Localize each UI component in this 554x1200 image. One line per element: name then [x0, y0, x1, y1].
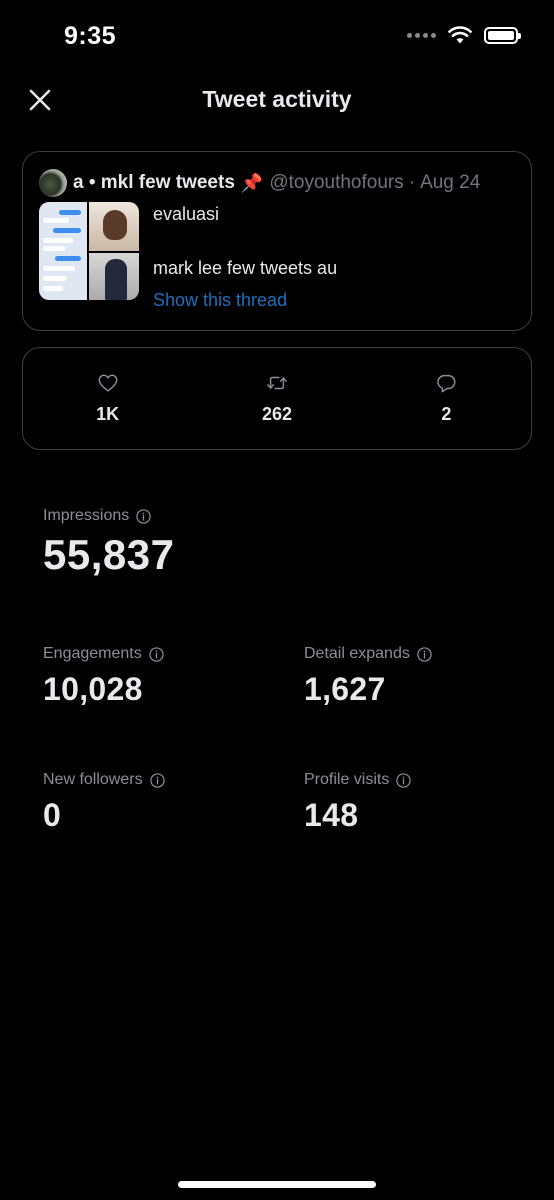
profile-visits-label: Profile visits	[304, 771, 390, 788]
engagements-metric: Engagements 10,028	[43, 643, 164, 708]
media-image-hoodie	[89, 253, 139, 300]
profile-visits-value: 148	[304, 797, 359, 833]
battery-icon	[484, 26, 521, 44]
media-image-person	[89, 202, 139, 251]
reply-icon	[437, 374, 456, 393]
impressions-label: Impressions	[43, 507, 130, 524]
engagements-value: 10,028	[43, 671, 143, 707]
detail-expands-label: Detail expands	[304, 645, 410, 662]
retweets-stat[interactable]: 262	[192, 348, 361, 449]
status-time: 9:35	[64, 22, 117, 50]
replies-stat[interactable]: 2	[362, 348, 531, 449]
info-icon[interactable]	[417, 646, 432, 662]
separator-dot: ·	[408, 172, 416, 193]
status-icons	[407, 26, 521, 44]
engagements-label: Engagements	[43, 645, 142, 662]
media-image-chat	[39, 202, 87, 300]
home-indicator[interactable]	[178, 1181, 376, 1188]
status-bar: 9:35	[0, 0, 554, 76]
heart-icon	[98, 374, 118, 392]
info-icon[interactable]	[149, 772, 165, 788]
new-followers-value: 0	[43, 797, 62, 833]
detail-expands-value: 1,627	[304, 671, 386, 707]
engagement-card: 1K 262 2	[22, 347, 532, 450]
likes-count: 1K	[96, 404, 120, 424]
info-icon[interactable]	[396, 772, 412, 788]
tweet-card[interactable]: a • mkl few tweets 📌 @toyouthofours · Au…	[22, 151, 532, 331]
tweet-text-secondary: mark lee few tweets au	[153, 258, 338, 278]
avatar[interactable]	[39, 169, 67, 197]
impressions-value: 55,837	[43, 531, 175, 578]
show-thread-link[interactable]: Show this thread	[153, 290, 287, 311]
tweet-media-thumbnail[interactable]	[39, 202, 139, 300]
signal-icon	[407, 32, 436, 38]
pin-icon: 📌	[240, 172, 264, 193]
replies-count: 2	[441, 404, 452, 424]
tweet-header: a • mkl few tweets 📌 @toyouthofours · Au…	[39, 168, 517, 198]
retweet-icon	[267, 376, 287, 390]
impressions-metric: Impressions 55,837	[43, 505, 174, 579]
new-followers-metric: New followers 0	[43, 769, 165, 834]
new-followers-label: New followers	[43, 771, 143, 788]
wifi-icon	[448, 26, 472, 44]
author-handle[interactable]: @toyouthofours	[269, 172, 403, 194]
info-icon[interactable]	[136, 508, 151, 524]
header: Tweet activity	[0, 76, 554, 124]
page-title: Tweet activity	[202, 86, 352, 112]
info-icon[interactable]	[149, 646, 164, 662]
tweet-date: Aug 24	[420, 172, 481, 193]
detail-expands-metric: Detail expands 1,627	[304, 643, 432, 708]
author-name[interactable]: a • mkl few tweets	[73, 172, 235, 194]
retweets-count: 262	[261, 404, 293, 424]
likes-stat[interactable]: 1K	[23, 348, 192, 449]
profile-visits-metric: Profile visits 148	[304, 769, 412, 834]
tweet-text: evaluasi	[153, 204, 220, 224]
